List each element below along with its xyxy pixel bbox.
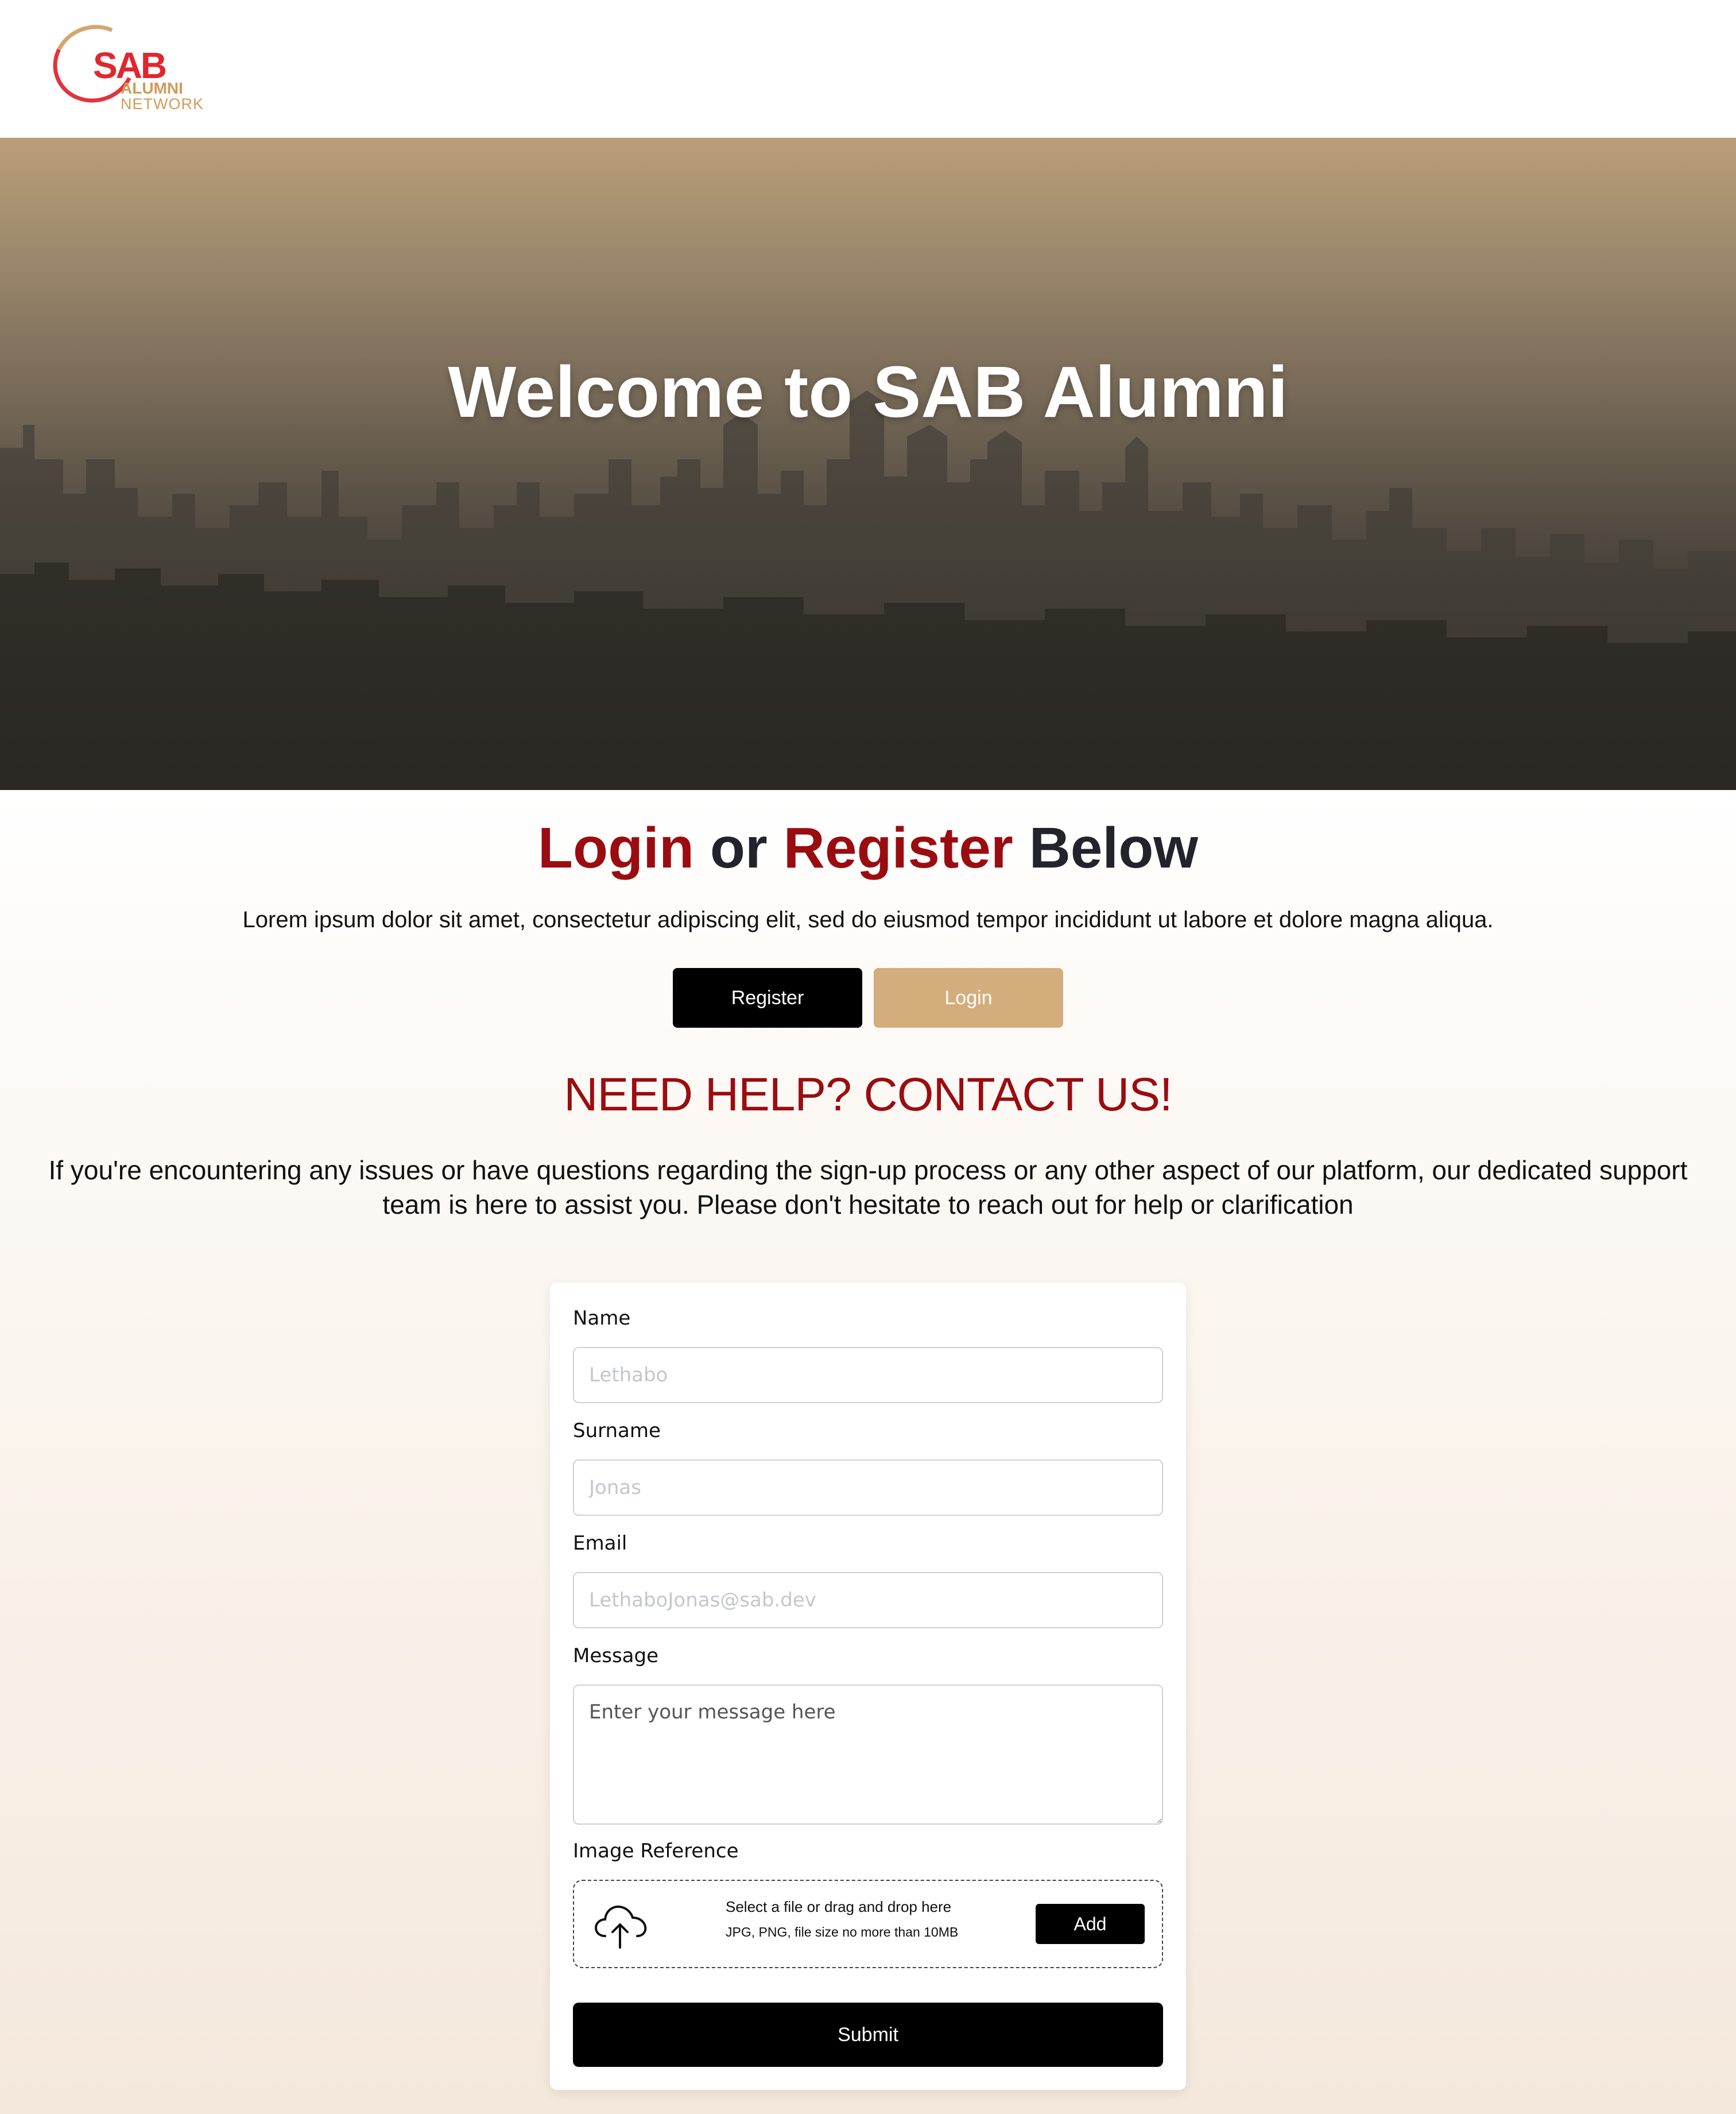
auth-description: Lorem ipsum dolor sit amet, consectetur … [242, 907, 1494, 932]
name-label: Name [573, 1307, 631, 1330]
contact-description: If you're encountering any issues or hav… [48, 1155, 1688, 1219]
register-button[interactable]: Register [673, 968, 862, 1028]
add-file-button[interactable]: Add [1036, 1904, 1145, 1944]
contact-form: Name Surname Email Message Image Referen… [550, 1283, 1186, 2090]
city-skyline-image [0, 138, 1736, 790]
contact-heading: NEED HELP? CONTACT US! [564, 1068, 1172, 1121]
heading-register-word: Register [783, 816, 1013, 880]
message-label: Message [573, 1644, 659, 1667]
email-input[interactable] [573, 1572, 1163, 1628]
auth-heading: Login or Register Below [0, 816, 1736, 880]
message-textarea[interactable] [573, 1685, 1163, 1825]
surname-label: Surname [573, 1419, 661, 1442]
email-label: Email [573, 1532, 627, 1555]
cloud-upload-icon [591, 1898, 649, 1950]
heading-below-word: Below [1029, 816, 1199, 880]
surname-input[interactable] [573, 1459, 1163, 1516]
login-button[interactable]: Login [874, 968, 1063, 1028]
auth-button-row: Register Login [673, 968, 1063, 1029]
image-reference-label: Image Reference [573, 1840, 739, 1863]
submit-button[interactable]: Submit [573, 2003, 1163, 2067]
name-input[interactable] [573, 1347, 1163, 1403]
image-dropzone[interactable]: Select a file or drag and drop here JPG,… [573, 1880, 1163, 1968]
hero-title: Welcome to SAB Alumni [448, 351, 1288, 432]
sab-alumni-logo[interactable]: SAB ALUMNI NETWORK [42, 13, 204, 115]
upload-instruction: Select a file or drag and drop here [726, 1898, 952, 1915]
site-header: SAB ALUMNI NETWORK [0, 0, 1736, 138]
hero-banner: Welcome to SAB Alumni [0, 138, 1736, 790]
upload-constraints: JPG, PNG, file size no more than 10MB [726, 1925, 959, 1939]
logo-text-network: NETWORK [121, 95, 204, 113]
logo-text-sab: SAB [93, 45, 167, 86]
heading-or-word: or [710, 816, 768, 880]
logo-text-alumni: ALUMNI [121, 79, 183, 97]
heading-login-word: Login [537, 816, 695, 880]
